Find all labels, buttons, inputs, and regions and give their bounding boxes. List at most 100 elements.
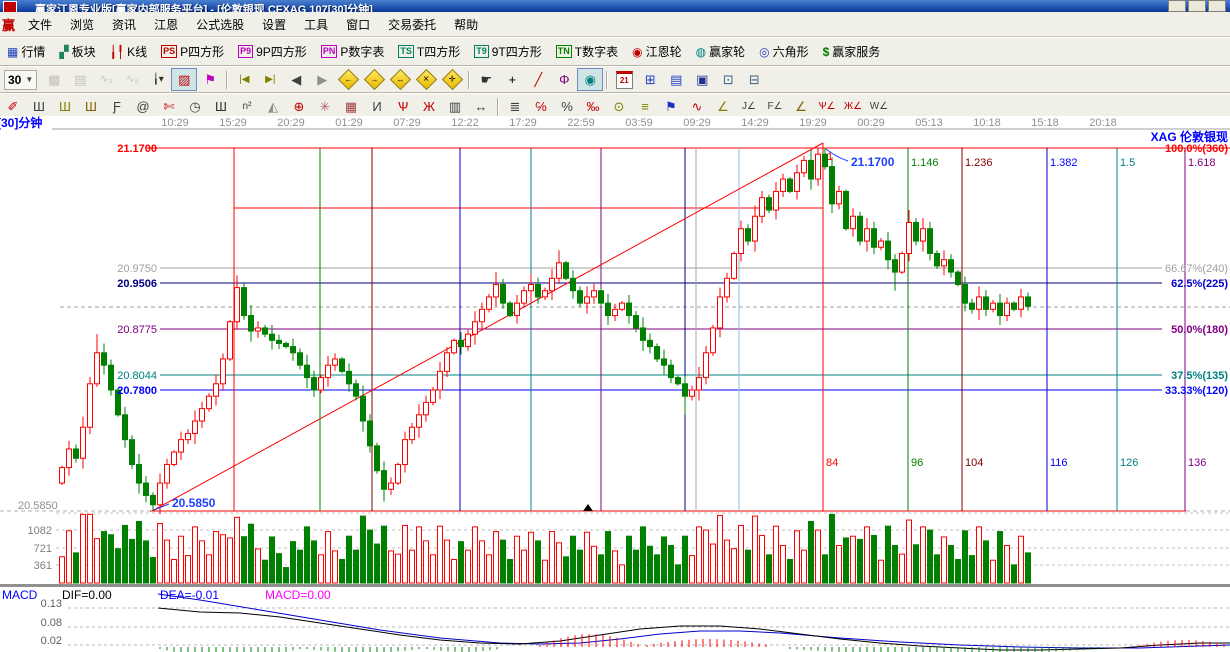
peak-flag-icon[interactable]: ⚑ (197, 68, 223, 91)
ruler-comb-icon[interactable]: ▥ (442, 95, 468, 118)
screener-icon[interactable]: ▩ (41, 68, 67, 91)
calculator-icon[interactable]: ⊞ (637, 68, 663, 91)
candle-body (221, 359, 226, 384)
menu-item-9[interactable]: 帮助 (445, 13, 487, 36)
sectors-button[interactable]: ▞板块 (52, 40, 102, 63)
menu-item-5[interactable]: 设置 (253, 13, 295, 36)
win-angle-icon[interactable]: Ж∠ (840, 95, 866, 118)
candle-style-icon[interactable]: ╽▾ (145, 68, 171, 91)
gold-circle-icon[interactable]: ⊙ (606, 95, 632, 118)
gann-wheel-button[interactable]: ◉江恩轮 (625, 40, 689, 63)
pct-gold-icon[interactable]: ‰ (580, 95, 606, 118)
volume-bar (102, 532, 107, 583)
smart-analysis-icon[interactable]: ◉ (577, 68, 603, 91)
pen-knife-icon[interactable]: ✐ (0, 95, 26, 118)
time-axis-label: 12:22 (451, 117, 479, 129)
wave-mark-icon[interactable]: И (364, 95, 390, 118)
win-comb-icon[interactable]: Ж (416, 95, 442, 118)
p-square-button[interactable]: PSP四方形 (154, 40, 231, 63)
shift-left-icon[interactable]: ← (335, 68, 361, 91)
pattern-tool-icon[interactable]: ▨ (171, 68, 197, 91)
gold-angle2-icon[interactable]: ∠ (788, 95, 814, 118)
price-level-label: 20.8775 (117, 324, 157, 336)
notes-icon[interactable]: ▤ (663, 68, 689, 91)
kline-button[interactable]: ╽╿K线 (103, 40, 154, 63)
gann-mid-icon[interactable]: Φ (551, 68, 577, 91)
gold-comb-icon[interactable]: Ш (52, 95, 78, 118)
pan-hand-icon[interactable]: ☛ (473, 68, 499, 91)
si-angle-icon[interactable]: W∠ (866, 95, 892, 118)
t-square-button[interactable]: TST四方形 (391, 40, 467, 63)
p-number-button[interactable]: PNP数字表 (314, 40, 392, 63)
grid-web-icon[interactable]: ▦ (338, 95, 364, 118)
clock-cycle-icon[interactable]: ◷ (182, 95, 208, 118)
volume-bar (893, 546, 898, 583)
volume-bar (165, 540, 170, 583)
window-controls[interactable] (1168, 0, 1226, 12)
wave9-icon[interactable]: ∿₉ (119, 68, 145, 91)
quotes-button[interactable]: ▦行情 (0, 40, 52, 63)
j-angle-icon[interactable]: J∠ (736, 95, 762, 118)
menu-item-3[interactable]: 江恩 (145, 13, 187, 36)
menu-item-6[interactable]: 工具 (295, 13, 337, 36)
app-icon (3, 1, 17, 12)
user-pc-icon[interactable]: ⊟ (741, 68, 767, 91)
shen-comb-icon[interactable]: Ѱ (390, 95, 416, 118)
volume-bar (543, 560, 548, 583)
f-angle-icon[interactable]: F∠ (762, 95, 788, 118)
menu-item-7[interactable]: 窗口 (337, 13, 379, 36)
scale-chart-icon[interactable]: ≣ (502, 95, 528, 118)
star-web-icon[interactable]: ✳ (312, 95, 338, 118)
report-icon[interactable]: ▤ (67, 68, 93, 91)
period-select[interactable]: 30 ▼ (4, 70, 37, 90)
n-square-icon[interactable]: n² (234, 95, 260, 118)
pct-strike-icon[interactable]: ℅ (528, 95, 554, 118)
main-chart[interactable]: 10:2915:2920:2901:2907:2912:2217:2922:59… (0, 116, 1230, 652)
first-bar-icon[interactable]: |◀ (231, 68, 257, 91)
chart-area[interactable]: 10:2915:2920:2901:2907:2912:2217:2922:59… (0, 116, 1230, 652)
prev-bar-icon[interactable]: ◀ (283, 68, 309, 91)
next-bar-icon[interactable]: ▶ (309, 68, 335, 91)
flag-knife-icon[interactable]: ⚑ (658, 95, 684, 118)
menu-item-0[interactable]: 文件 (19, 13, 61, 36)
calendar-icon[interactable]: 21 (611, 68, 637, 91)
f-comb-icon[interactable]: Ƒ (104, 95, 130, 118)
p9-square-button[interactable]: P99P四方形 (231, 40, 314, 63)
gold-comb2-icon[interactable]: Ш (78, 95, 104, 118)
menu-item-8[interactable]: 交易委托 (379, 13, 445, 36)
time-comb-icon[interactable]: Ш (26, 95, 52, 118)
mirror-angle-icon[interactable]: ◭ (260, 95, 286, 118)
t-square-button-label: T四方形 (417, 43, 460, 60)
percent-icon[interactable]: % (554, 95, 580, 118)
menu-item-1[interactable]: 浏览 (61, 13, 103, 36)
shift-right-icon[interactable]: → (361, 68, 387, 91)
circle-target-icon[interactable]: ⊕ (286, 95, 312, 118)
gold-lines-icon[interactable]: ≡ (632, 95, 658, 118)
wave3-icon[interactable]: ∿₃ (93, 68, 119, 91)
span-arrow-icon[interactable]: ↔ (468, 95, 494, 118)
winner-service-button[interactable]: $赢家服务 (816, 40, 888, 63)
shen-angle-icon[interactable]: Ѱ∠ (814, 95, 840, 118)
zoom-x-icon[interactable]: ✕ (413, 68, 439, 91)
crosshair-icon[interactable]: + (499, 68, 525, 91)
menu-item-2[interactable]: 资讯 (103, 13, 145, 36)
candle-body (459, 340, 464, 346)
trendline-tool-icon[interactable]: ╱ (525, 68, 551, 91)
knife2-icon[interactable]: ✄ (156, 95, 182, 118)
t-number-button[interactable]: TNT数字表 (549, 40, 625, 63)
t9-square-button[interactable]: T99T四方形 (467, 40, 549, 63)
save-icon[interactable]: ▣ (689, 68, 715, 91)
wave-line-icon[interactable]: ∿ (684, 95, 710, 118)
expand-icon[interactable]: ✛ (439, 68, 465, 91)
remote-data-icon[interactable]: ⊡ (715, 68, 741, 91)
gold-angle-icon[interactable]: ∠ (710, 95, 736, 118)
winner-wheel-button[interactable]: ◍赢家轮 (689, 40, 753, 63)
hexagon-button[interactable]: ◎六角形 (752, 40, 816, 63)
spiral-icon[interactable]: @ (130, 95, 156, 118)
volume-bar (172, 559, 177, 583)
candle-body (74, 449, 79, 458)
comb2-icon[interactable]: Ш (208, 95, 234, 118)
last-bar-icon[interactable]: ▶| (257, 68, 283, 91)
menu-item-4[interactable]: 公式选股 (187, 13, 253, 36)
shift-both-icon[interactable]: ↔ (387, 68, 413, 91)
